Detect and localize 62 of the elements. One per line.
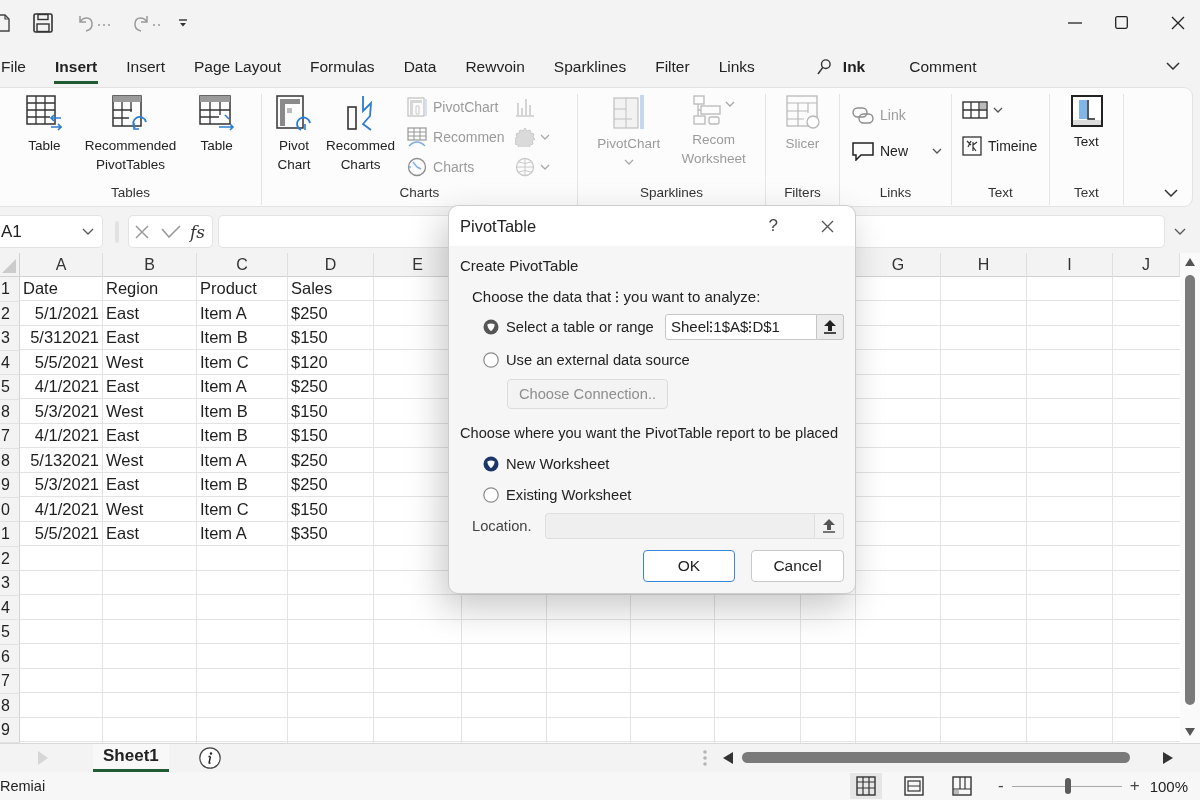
table-cell-text: West <box>105 498 145 520</box>
table-cell-text: Item B <box>199 425 249 446</box>
table-cell-text: $150 <box>290 498 329 520</box>
option-label: Select a table or range <box>506 319 654 335</box>
table-cell-text: Item B <box>199 327 249 348</box>
group-label: Tables <box>110 184 151 202</box>
table-cell-text: 5/1/2021 <box>33 302 100 324</box>
table-cell-text: 4/1/2021 <box>33 376 100 397</box>
table-cell-text: $250 <box>290 449 329 471</box>
table-cell-text: Item C <box>199 498 250 520</box>
table-cell-text: East <box>105 523 141 544</box>
table-cell-text: $250 <box>290 302 329 324</box>
table-cell-text: Item A <box>199 449 248 471</box>
table-cell-text: Sales <box>290 278 334 299</box>
group-label: Charts <box>398 184 441 202</box>
table-cell-text: Item C <box>199 351 250 373</box>
table-cell-text: East <box>105 376 141 397</box>
table-cell-text: Item B <box>199 400 249 422</box>
table-cell-text: $250 <box>290 474 329 495</box>
table-cell-text: Region <box>105 278 160 299</box>
table-cell-text: 5/3/2021 <box>33 474 100 495</box>
table-cell-text: 5/5/2021 <box>33 351 100 373</box>
table-cell-text: East <box>105 474 141 495</box>
option-label: Use an external data source <box>506 352 690 368</box>
table-cell-text: $150 <box>290 327 329 348</box>
table-cell-text: $120 <box>290 351 329 373</box>
table-cell-text: 5/132021 <box>29 449 100 471</box>
zoom-level: 100% <box>1149 777 1188 795</box>
option-label: New Worksheet <box>506 455 610 472</box>
table-cell-text: Item A <box>199 523 248 544</box>
dialog-title: PivotTable <box>460 216 537 236</box>
table-cell-text: East <box>105 302 141 324</box>
table-cell-text: West <box>105 351 145 373</box>
table-cell-text: Item A <box>199 376 248 397</box>
group-label: Text <box>987 184 1014 202</box>
table-cell-text: 4/1/2021 <box>33 498 100 520</box>
group-label: Text <box>1073 184 1100 202</box>
table-cell-text: Item B <box>199 474 249 495</box>
table-cell-text: Product <box>199 278 258 299</box>
section-title: Create PivotTable <box>460 256 580 276</box>
group-label: Links <box>878 184 913 202</box>
table-cell-text: $150 <box>290 400 329 422</box>
table-cell-text: East <box>105 327 141 348</box>
table-cell-text: $150 <box>290 425 329 446</box>
table-cell-text: Date <box>22 278 59 299</box>
table-cell-text: $350 <box>290 523 329 544</box>
group-label: Filters <box>783 184 822 202</box>
table-cell-text: 5/5/2021 <box>33 523 100 544</box>
table-cell-text: 5/312021 <box>29 327 100 348</box>
table-cell-text: East <box>105 425 141 446</box>
table-cell-text: 5/3/2021 <box>33 400 100 422</box>
status-text: Remiai <box>0 778 46 794</box>
group-label: Sparklines <box>639 184 704 202</box>
option-label: Existing Worksheet <box>506 486 632 503</box>
table-cell-text: 4/1/2021 <box>33 425 100 446</box>
prompt-text: Choose where you want the PivotTable report to be placed <box>460 424 840 443</box>
table-cell-text: $250 <box>290 376 329 397</box>
prompt-text: Choose the data that ⁝ you want to analyze: <box>471 287 762 307</box>
table-cell-text: West <box>105 449 145 471</box>
field-label: Location. <box>471 518 533 534</box>
table-cell-text: Item A <box>199 302 248 324</box>
table-cell-text: West <box>105 400 145 422</box>
